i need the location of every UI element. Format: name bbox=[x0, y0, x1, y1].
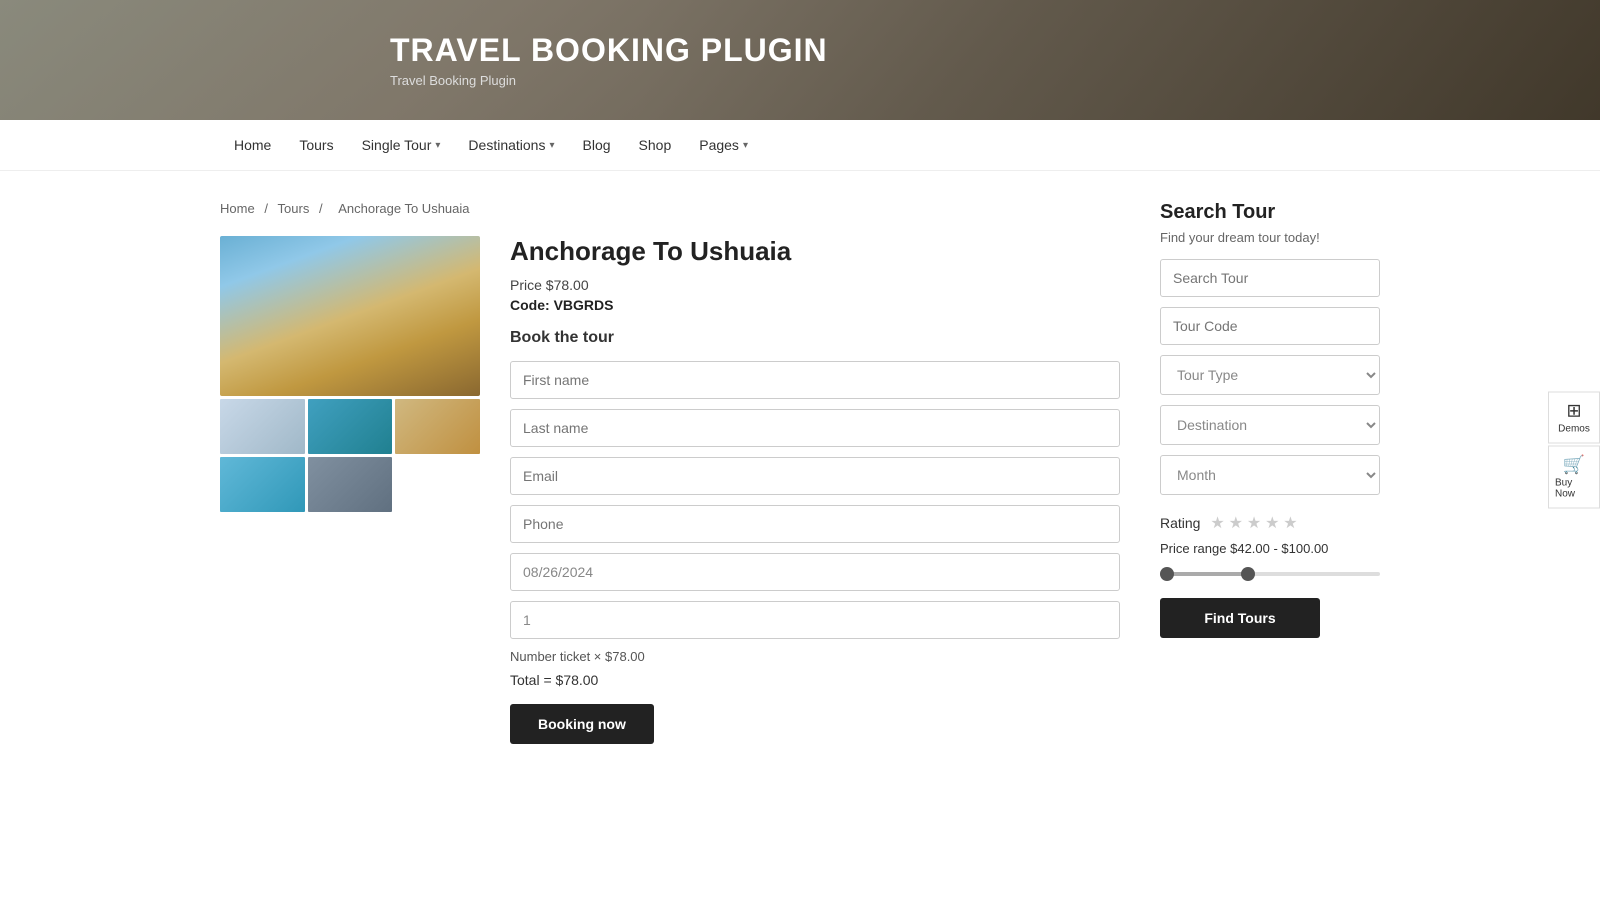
sidebar-subtitle: Find your dream tour today! bbox=[1160, 230, 1380, 245]
breadcrumb-sep1: / bbox=[264, 201, 271, 216]
nav-destinations[interactable]: Destinations ▾ bbox=[454, 120, 568, 170]
find-tours-button[interactable]: Find Tours bbox=[1160, 598, 1320, 638]
ticket-info: Number ticket × $78.00 bbox=[510, 649, 1120, 664]
sidebar-title: Search Tour bbox=[1160, 201, 1380, 224]
booking-now-button[interactable]: Booking now bbox=[510, 704, 654, 744]
rating-label: Rating bbox=[1160, 515, 1200, 531]
gallery-thumb-4[interactable] bbox=[220, 457, 305, 512]
tour-price: Price $78.00 bbox=[510, 277, 1120, 293]
phone-input[interactable] bbox=[510, 505, 1120, 543]
tour-code: Code: VBGRDS bbox=[510, 297, 1120, 313]
search-sidebar: Search Tour Find your dream tour today! … bbox=[1160, 201, 1380, 744]
nav-tours[interactable]: Tours bbox=[285, 120, 347, 170]
buy-now-label: Buy Now bbox=[1555, 478, 1593, 500]
cart-icon: 🛒 bbox=[1563, 455, 1585, 476]
breadcrumb-tours[interactable]: Tours bbox=[278, 201, 310, 216]
nav-inner: Home Tours Single Tour ▾ Destinations ▾ … bbox=[200, 120, 1400, 170]
nav-home[interactable]: Home bbox=[220, 120, 285, 170]
gallery-thumb-1[interactable] bbox=[220, 399, 305, 454]
tour-code-value: VBGRDS bbox=[554, 297, 614, 313]
star-rating[interactable]: ★ ★ ★ ★ ★ bbox=[1210, 515, 1297, 531]
star-4[interactable]: ★ bbox=[1265, 515, 1279, 532]
star-1[interactable]: ★ bbox=[1210, 515, 1224, 532]
chevron-down-icon: ▾ bbox=[435, 140, 440, 151]
destination-select[interactable]: Destination South America North America … bbox=[1160, 405, 1380, 445]
email-group bbox=[510, 457, 1120, 495]
tour-gallery bbox=[220, 236, 480, 512]
gallery-thumb-5[interactable] bbox=[308, 457, 393, 512]
quantity-group bbox=[510, 601, 1120, 639]
main-content: Home / Tours / Anchorage To Ushuaia bbox=[200, 171, 1400, 774]
book-title: Book the tour bbox=[510, 329, 1120, 347]
price-range-section: Price range $42.00 - $100.00 bbox=[1160, 541, 1380, 556]
buy-now-button[interactable]: 🛒 Buy Now bbox=[1548, 446, 1600, 509]
star-5[interactable]: ★ bbox=[1283, 515, 1297, 532]
hero-title: TRAVEL BOOKING PLUGIN bbox=[390, 32, 828, 69]
price-range-label: Price range bbox=[1160, 541, 1226, 556]
date-group bbox=[510, 553, 1120, 591]
date-input[interactable] bbox=[510, 553, 1120, 591]
phone-group bbox=[510, 505, 1120, 543]
hero-section: TRAVEL BOOKING PLUGIN Travel Booking Plu… bbox=[0, 0, 1600, 120]
last-name-input[interactable] bbox=[510, 409, 1120, 447]
breadcrumb-current: Anchorage To Ushuaia bbox=[338, 201, 469, 216]
star-3[interactable]: ★ bbox=[1247, 515, 1261, 532]
tour-details: Anchorage To Ushuaia Price $78.00 Code: … bbox=[510, 236, 1120, 744]
quantity-input[interactable] bbox=[510, 601, 1120, 639]
rating-section: Rating ★ ★ ★ ★ ★ bbox=[1160, 513, 1380, 533]
gallery-thumb-2[interactable] bbox=[308, 399, 393, 454]
nav-blog[interactable]: Blog bbox=[569, 120, 625, 170]
breadcrumb: Home / Tours / Anchorage To Ushuaia bbox=[220, 201, 1120, 216]
nav-single-tour[interactable]: Single Tour ▾ bbox=[348, 120, 455, 170]
email-input[interactable] bbox=[510, 457, 1120, 495]
breadcrumb-sep2: / bbox=[319, 201, 326, 216]
chevron-down-icon: ▾ bbox=[743, 140, 748, 151]
search-tour-input[interactable] bbox=[1160, 259, 1380, 297]
price-range-value: $42.00 - $100.00 bbox=[1230, 541, 1328, 556]
last-name-group bbox=[510, 409, 1120, 447]
float-panel: ⊞ Demos 🛒 Buy Now bbox=[1548, 392, 1600, 509]
breadcrumb-home[interactable]: Home bbox=[220, 201, 255, 216]
first-name-input[interactable] bbox=[510, 361, 1120, 399]
month-select[interactable]: Month January February March April May J… bbox=[1160, 455, 1380, 495]
gallery-thumbnails bbox=[220, 399, 480, 512]
first-name-group bbox=[510, 361, 1120, 399]
demos-label: Demos bbox=[1558, 424, 1590, 435]
main-photo bbox=[220, 236, 480, 396]
tour-type-select[interactable]: Tour Type Adventure Cultural Beach Mount… bbox=[1160, 355, 1380, 395]
hero-content: TRAVEL BOOKING PLUGIN Travel Booking Plu… bbox=[390, 32, 828, 88]
range-handle-max[interactable] bbox=[1241, 567, 1255, 581]
content-area: Home / Tours / Anchorage To Ushuaia bbox=[220, 201, 1120, 744]
main-nav: Home Tours Single Tour ▾ Destinations ▾ … bbox=[0, 120, 1600, 171]
nav-shop[interactable]: Shop bbox=[625, 120, 686, 170]
range-handle-min[interactable] bbox=[1160, 567, 1174, 581]
gallery-main-image[interactable] bbox=[220, 236, 480, 396]
total-info: Total = $78.00 bbox=[510, 672, 1120, 688]
demos-button[interactable]: ⊞ Demos bbox=[1548, 392, 1600, 444]
price-range-slider[interactable] bbox=[1160, 564, 1380, 584]
tour-section: Anchorage To Ushuaia Price $78.00 Code: … bbox=[220, 236, 1120, 744]
tour-code-input[interactable] bbox=[1160, 307, 1380, 345]
gallery-thumb-3[interactable] bbox=[395, 399, 480, 454]
nav-pages[interactable]: Pages ▾ bbox=[685, 120, 762, 170]
layers-icon: ⊞ bbox=[1566, 401, 1581, 422]
star-2[interactable]: ★ bbox=[1229, 515, 1243, 532]
tour-title: Anchorage To Ushuaia bbox=[510, 236, 1120, 267]
chevron-down-icon: ▾ bbox=[549, 140, 554, 151]
tour-price-value: $78.00 bbox=[546, 277, 589, 293]
hero-subtitle: Travel Booking Plugin bbox=[390, 73, 828, 88]
